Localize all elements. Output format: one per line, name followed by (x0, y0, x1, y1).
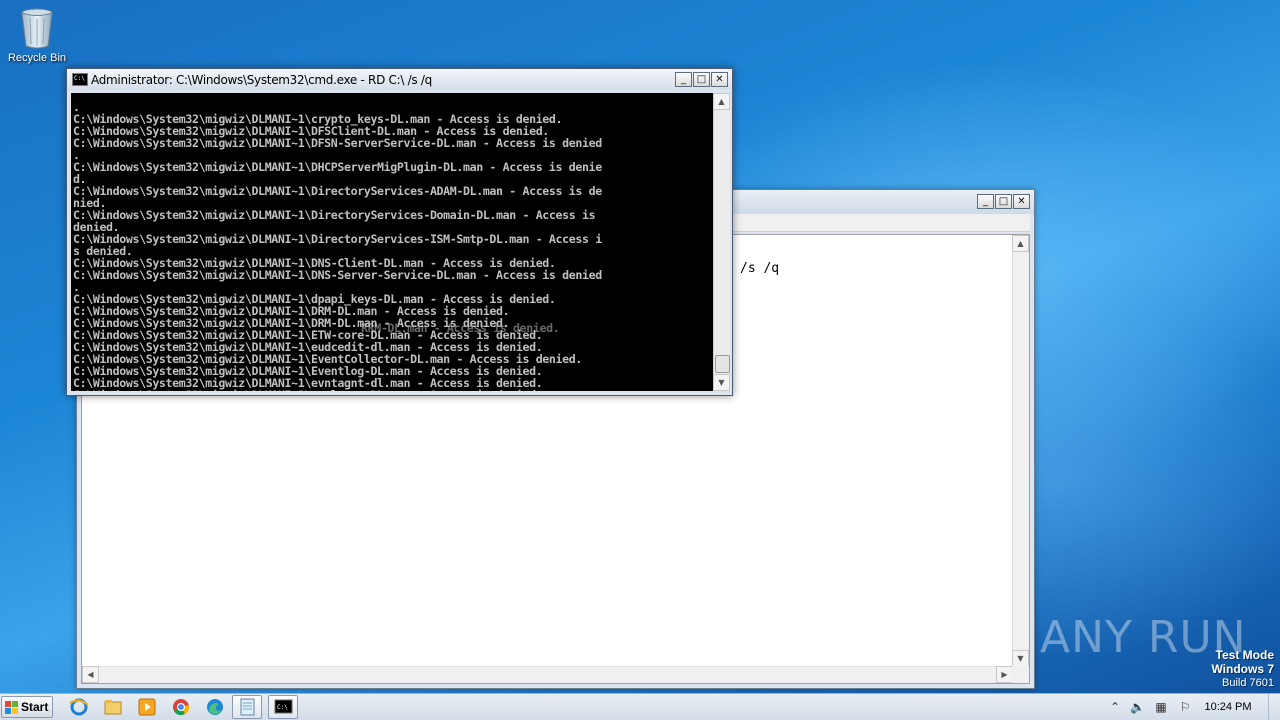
horizontal-scrollbar[interactable]: ◀ ▶ (82, 666, 1013, 683)
cmd-scroll-thumb[interactable] (715, 355, 730, 373)
clock[interactable]: 10:24 PM (1200, 701, 1256, 713)
recycle-bin-label: Recycle Bin (7, 52, 67, 64)
console-line: C:\Windows\System32\migwiz\DLMANI~1\DFSN… (73, 136, 602, 150)
scroll-left-icon[interactable]: ◀ (82, 666, 99, 683)
os-label: Windows 7 (1211, 662, 1274, 676)
console-line: C:\Windows\System32\migwiz\DLMANI~1\Dire… (73, 208, 596, 222)
volume-icon[interactable]: 🔈 (1130, 700, 1145, 714)
media-player-icon[interactable] (136, 697, 158, 717)
scroll-right-icon[interactable]: ▶ (996, 666, 1013, 683)
cmd-window[interactable]: C:\ Administrator: C:\Windows\System32\c… (66, 68, 733, 396)
console-output[interactable]: . C:\Windows\System32\migwiz\DLMANI~1\cry… (71, 93, 713, 391)
resize-grip-icon[interactable] (1012, 666, 1029, 683)
console-lines: . C:\Windows\System32\migwiz\DLMANI~1\cry… (71, 101, 713, 391)
background-window-text: /s /q (740, 261, 780, 276)
cmd-caption-buttons: _ □ ✕ (675, 72, 728, 87)
internet-explorer-icon[interactable] (68, 697, 90, 717)
start-button[interactable]: Start (1, 696, 53, 718)
background-window-caption-buttons: _ □ ✕ (977, 194, 1030, 209)
cmd-window-titlebar[interactable]: C:\ Administrator: C:\Windows\System32\c… (67, 69, 732, 90)
show-desktop-button[interactable] (1268, 694, 1280, 720)
vertical-scrollbar[interactable]: ▲ ▼ (1012, 235, 1029, 667)
taskbar-notepad-button[interactable] (232, 695, 262, 719)
console-line: C:\Windows\System32\migwiz\DLMANI~1\DHCP… (73, 160, 602, 174)
cmd-maximize-button[interactable]: □ (693, 72, 710, 87)
action-center-flag-icon[interactable]: ⚐ (1178, 700, 1192, 714)
windows-flag-icon (5, 701, 18, 714)
svg-text:C:\: C:\ (277, 704, 288, 711)
cmd-taskbar-icon: C:\ (274, 699, 293, 714)
cmd-vertical-scrollbar[interactable]: ▲ ▼ (713, 93, 730, 391)
taskbar: Start C:\ ⌃ 🔈 ▦ ⚐ 10:24 PM (0, 693, 1280, 720)
cmd-close-button[interactable]: ✕ (711, 72, 728, 87)
console-line: C:\Windows\System32\migwiz\DLMANI~1\Dire… (73, 184, 602, 198)
console-line: C:\Windows\System32\migwiz\DLMANI~1\DNS-… (73, 268, 602, 282)
cmd-window-title: Administrator: C:\Windows\System32\cmd.e… (91, 73, 432, 87)
test-mode-label: Test Mode (1215, 648, 1274, 662)
file-explorer-icon[interactable] (102, 697, 124, 717)
console-overlay-text: RRM-DL.man - Access is denied. (361, 321, 560, 335)
start-label: Start (21, 700, 49, 714)
show-hidden-icons-icon[interactable]: ⌃ (1108, 700, 1122, 714)
test-mode-watermark: Test Mode Windows 7 Build 7601 (1211, 648, 1274, 690)
cmd-minimize-button[interactable]: _ (675, 72, 692, 87)
scroll-up-icon[interactable]: ▲ (1012, 235, 1029, 252)
minimize-button[interactable]: _ (977, 194, 994, 209)
taskbar-cmd-button[interactable]: C:\ (268, 695, 298, 719)
console-line: C:\Windows\System32\migwiz\DLMANI~1\expl… (71, 389, 713, 391)
build-label: Build 7601 (1222, 677, 1274, 689)
cmd-app-icon[interactable]: C:\ (72, 73, 88, 86)
cmd-scroll-down-icon[interactable]: ▼ (713, 374, 730, 391)
chrome-icon[interactable] (170, 697, 192, 717)
scroll-down-icon[interactable]: ▼ (1012, 650, 1029, 667)
edge-icon[interactable] (204, 697, 226, 717)
maximize-button[interactable]: □ (995, 194, 1012, 209)
console-line: C:\Windows\System32\migwiz\DLMANI~1\Dire… (73, 232, 602, 246)
recycle-bin[interactable]: Recycle Bin (4, 6, 70, 64)
notepad-icon (240, 698, 255, 716)
network-icon[interactable]: ▦ (1154, 700, 1168, 714)
recycle-bin-icon (19, 6, 55, 50)
close-button[interactable]: ✕ (1013, 194, 1030, 209)
cmd-scroll-up-icon[interactable]: ▲ (713, 93, 730, 110)
